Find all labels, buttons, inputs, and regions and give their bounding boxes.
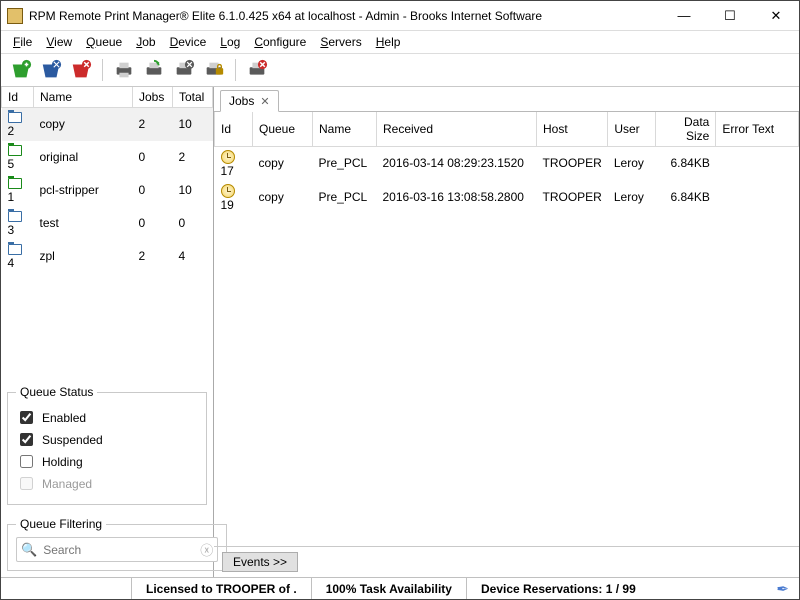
menu-log[interactable]: Log — [214, 33, 246, 51]
queue-icon — [8, 145, 22, 156]
job-col-queue[interactable]: Queue — [253, 112, 313, 147]
feather-icon[interactable]: ✒ — [766, 580, 799, 598]
queue-filter-group: Queue Filtering 🔍 ⓧ — [7, 517, 227, 571]
reprint-button[interactable] — [142, 58, 166, 82]
job-col-error-text[interactable]: Error Text — [716, 112, 799, 147]
menu-queue[interactable]: Queue — [80, 33, 128, 51]
queue-row[interactable]: 2copy210 — [2, 108, 213, 141]
search-box[interactable]: 🔍 ⓧ — [16, 537, 218, 562]
toolbar-separator — [102, 59, 103, 81]
hold-button[interactable] — [172, 58, 196, 82]
minimize-button[interactable]: — — [661, 1, 707, 30]
clock-icon — [221, 150, 235, 164]
menu-view[interactable]: View — [40, 33, 78, 51]
queue-row[interactable]: 5original02 — [2, 141, 213, 174]
tab-strip: Jobs ✕ — [214, 87, 799, 112]
status-bar: Licensed to TROOPER of . 100% Task Avail… — [1, 577, 799, 599]
maximize-button[interactable]: ☐ — [707, 1, 753, 30]
search-icon: 🔍 — [21, 542, 37, 558]
main-area: IdNameJobsTotal 2copy2105original021pcl-… — [1, 87, 799, 577]
delete-job-button[interactable] — [245, 58, 269, 82]
clock-icon — [221, 184, 235, 198]
queue-status-legend: Queue Status — [16, 385, 97, 399]
window-title: RPM Remote Print Manager® Elite 6.1.0.42… — [29, 9, 661, 23]
delete-queue-button[interactable] — [69, 58, 93, 82]
menu-file[interactable]: File — [7, 33, 38, 51]
menu-device[interactable]: Device — [164, 33, 213, 51]
queue-row[interactable]: 3test00 — [2, 207, 213, 240]
job-col-received[interactable]: Received — [377, 112, 537, 147]
queue-icon — [8, 244, 22, 255]
events-button[interactable]: Events >> — [222, 552, 298, 572]
window-controls: — ☐ ✕ — [661, 1, 799, 30]
queue-col-id[interactable]: Id — [2, 87, 34, 108]
queue-col-total[interactable]: Total — [173, 87, 213, 108]
job-grid[interactable]: IdQueueNameReceivedHostUserData SizeErro… — [214, 112, 799, 547]
status-device: Device Reservations: 1 / 99 — [466, 578, 650, 599]
checkbox[interactable] — [20, 411, 33, 424]
clear-search-icon[interactable]: ⓧ — [200, 540, 213, 559]
job-col-data-size[interactable]: Data Size — [656, 112, 716, 147]
menu-help[interactable]: Help — [370, 33, 407, 51]
events-bar: Events >> — [214, 547, 799, 577]
tab-jobs[interactable]: Jobs ✕ — [220, 90, 279, 112]
menu-job[interactable]: Job — [130, 33, 161, 51]
status-managed: Managed — [16, 474, 198, 493]
print-button[interactable] — [112, 58, 136, 82]
queue-row[interactable]: 1pcl-stripper010 — [2, 174, 213, 207]
title-bar: RPM Remote Print Manager® Elite 6.1.0.42… — [1, 1, 799, 31]
checkbox[interactable] — [20, 433, 33, 446]
toolbar-separator — [235, 59, 236, 81]
status-holding[interactable]: Holding — [16, 452, 198, 471]
status-task: 100% Task Availability — [311, 578, 466, 599]
queue-icon — [8, 211, 22, 222]
job-col-host[interactable]: Host — [537, 112, 608, 147]
job-col-user[interactable]: User — [608, 112, 656, 147]
queue-row[interactable]: 4zpl24 — [2, 240, 213, 273]
queue-status-group: Queue Status Enabled Suspended Holding M… — [7, 385, 207, 505]
menu-configure[interactable]: Configure — [248, 33, 312, 51]
queue-filter-legend: Queue Filtering — [16, 517, 106, 531]
menu-bar: FileViewQueueJobDeviceLogConfigureServer… — [1, 31, 799, 54]
queue-grid[interactable]: IdNameJobsTotal 2copy2105original021pcl-… — [1, 87, 213, 379]
queue-icon — [8, 178, 22, 189]
tab-label: Jobs — [229, 94, 254, 108]
app-icon — [7, 8, 23, 24]
checkbox — [20, 477, 33, 490]
status-empty — [1, 578, 131, 599]
add-queue-button[interactable] — [9, 58, 33, 82]
search-input[interactable] — [41, 542, 200, 558]
queue-icon — [8, 112, 22, 123]
menu-servers[interactable]: Servers — [314, 33, 367, 51]
close-button[interactable]: ✕ — [753, 1, 799, 30]
status-enabled[interactable]: Enabled — [16, 408, 198, 427]
configure-queue-button[interactable] — [39, 58, 63, 82]
lock-button[interactable] — [202, 58, 226, 82]
tab-close-icon[interactable]: ✕ — [260, 95, 269, 108]
queue-col-jobs[interactable]: Jobs — [133, 87, 173, 108]
status-suspended[interactable]: Suspended — [16, 430, 198, 449]
toolbar — [1, 54, 799, 87]
queue-col-name[interactable]: Name — [34, 87, 133, 108]
job-col-id[interactable]: Id — [215, 112, 253, 147]
job-col-name[interactable]: Name — [313, 112, 377, 147]
status-license: Licensed to TROOPER of . — [131, 578, 311, 599]
left-panel: IdNameJobsTotal 2copy2105original021pcl-… — [1, 87, 214, 577]
job-row[interactable]: 19copyPre_PCL2016-03-16 13:08:58.2800TRO… — [215, 180, 799, 214]
checkbox[interactable] — [20, 455, 33, 468]
right-panel: Jobs ✕ IdQueueNameReceivedHostUserData S… — [214, 87, 799, 577]
job-row[interactable]: 17copyPre_PCL2016-03-14 08:29:23.1520TRO… — [215, 147, 799, 181]
